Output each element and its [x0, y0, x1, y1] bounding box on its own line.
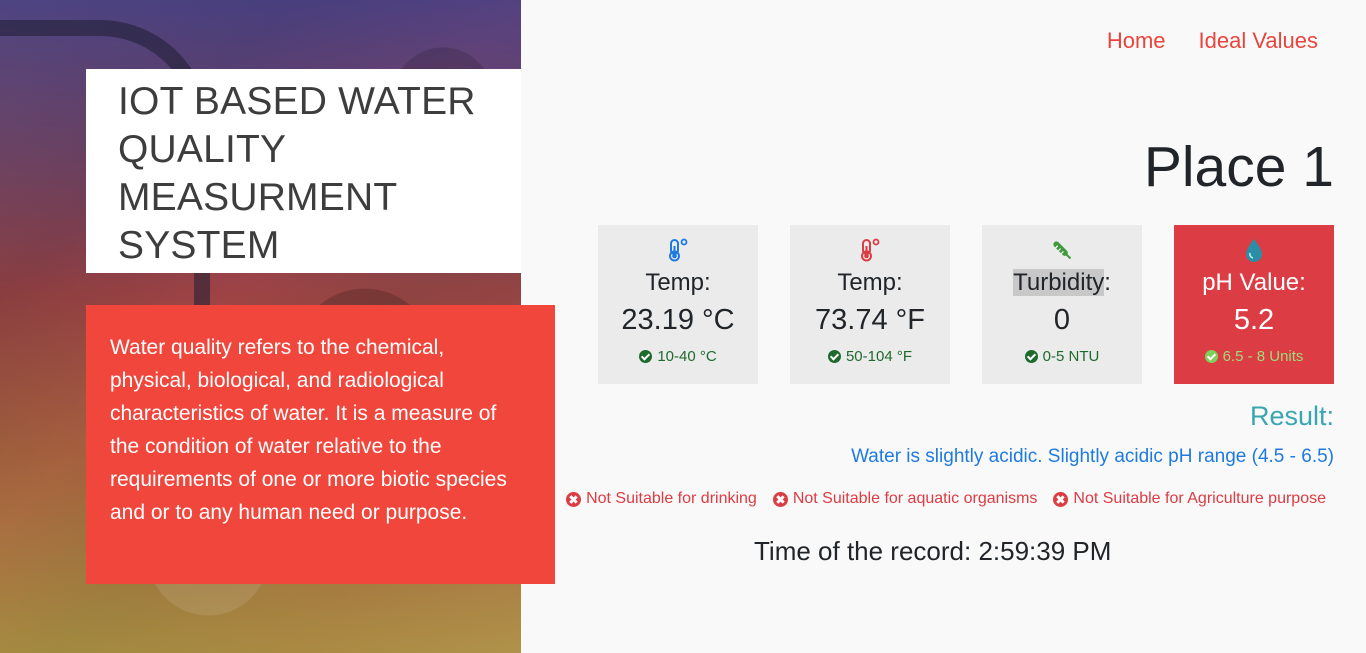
turbidity-range-text: 0-5 NTU — [1042, 348, 1100, 365]
turbidity-label-suffix: : — [1104, 269, 1111, 296]
warnings-list: Not Suitable for drinking Not Suitable f… — [566, 490, 1326, 508]
temp-celsius-card: Temp: 23.19 °C 10-40 °C — [598, 225, 758, 384]
x-circle-icon — [772, 491, 788, 507]
temp-fahrenheit-value: 73.74 °F — [815, 304, 925, 336]
temp-celsius-range-text: 10-40 °C — [657, 348, 717, 365]
description-card: Water quality refers to the chemical, ph… — [86, 305, 555, 584]
temp-fahrenheit-label: Temp: — [837, 269, 903, 296]
warning-item: Not Suitable for aquatic organisms — [772, 490, 1038, 508]
warning-agriculture-text: Not Suitable for Agriculture purpose — [1073, 490, 1326, 507]
turbidity-value: 0 — [1053, 304, 1071, 336]
turbidity-range: 0-5 NTU — [982, 348, 1142, 365]
warning-drinking-text: Not Suitable for drinking — [586, 490, 757, 507]
temp-fahrenheit-range-text: 50-104 °F — [845, 348, 913, 365]
temp-fahrenheit-card: Temp: 73.74 °F 50-104 °F — [790, 225, 950, 384]
check-circle-icon — [639, 350, 653, 363]
nav-home-link[interactable]: Home — [1107, 28, 1166, 54]
eyedropper-icon — [982, 237, 1142, 263]
result-text: Water is slightly acidic. Slightly acidi… — [851, 446, 1334, 467]
thermometer-celsius-icon — [598, 237, 758, 263]
nav-ideal-values-link[interactable]: Ideal Values — [1199, 28, 1318, 54]
thermometer-fahrenheit-icon — [790, 237, 950, 263]
temp-celsius-value: 23.19 °C — [621, 304, 735, 336]
warning-item: Not Suitable for drinking — [566, 490, 757, 508]
description-text: Water quality refers to the chemical, ph… — [110, 336, 507, 524]
temp-fahrenheit-range: 50-104 °F — [790, 348, 950, 365]
place-title: Place 1 — [1143, 135, 1334, 199]
top-nav: Home Ideal Values — [1107, 28, 1318, 54]
ph-range-text: 6.5 - 8 Units — [1222, 348, 1304, 365]
temp-celsius-label: Temp: — [645, 269, 711, 296]
turbidity-card: Turbidity: 0 0-5 NTU — [982, 225, 1142, 384]
turbidity-label: Turbidity: — [982, 269, 1142, 297]
check-circle-icon — [827, 350, 841, 363]
title-card: IOT BASED WATER QUALITY MEASURMENT SYSTE… — [86, 69, 521, 273]
ph-card: pH Value: 5.2 6.5 - 8 Units — [1174, 225, 1334, 384]
ph-label: pH Value: — [1202, 269, 1306, 296]
check-circle-icon — [1204, 350, 1218, 363]
x-circle-icon — [566, 491, 582, 507]
ph-range: 6.5 - 8 Units — [1174, 348, 1334, 365]
page-title: IOT BASED WATER QUALITY MEASURMENT SYSTE… — [118, 80, 476, 267]
temp-celsius-range: 10-40 °C — [598, 348, 758, 365]
record-time: Time of the record: 2:59:39 PM — [754, 536, 1112, 566]
result-label: Result: — [1249, 401, 1334, 431]
x-circle-icon — [1053, 491, 1069, 507]
check-circle-icon — [1024, 350, 1038, 363]
warning-aquatic-text: Not Suitable for aquatic organisms — [792, 490, 1038, 507]
turbidity-label-highlight: Turbidity — [1013, 269, 1105, 296]
ph-value: 5.2 — [1233, 304, 1275, 336]
warning-item: Not Suitable for Agriculture purpose — [1053, 490, 1326, 508]
water-drop-icon — [1174, 237, 1334, 263]
